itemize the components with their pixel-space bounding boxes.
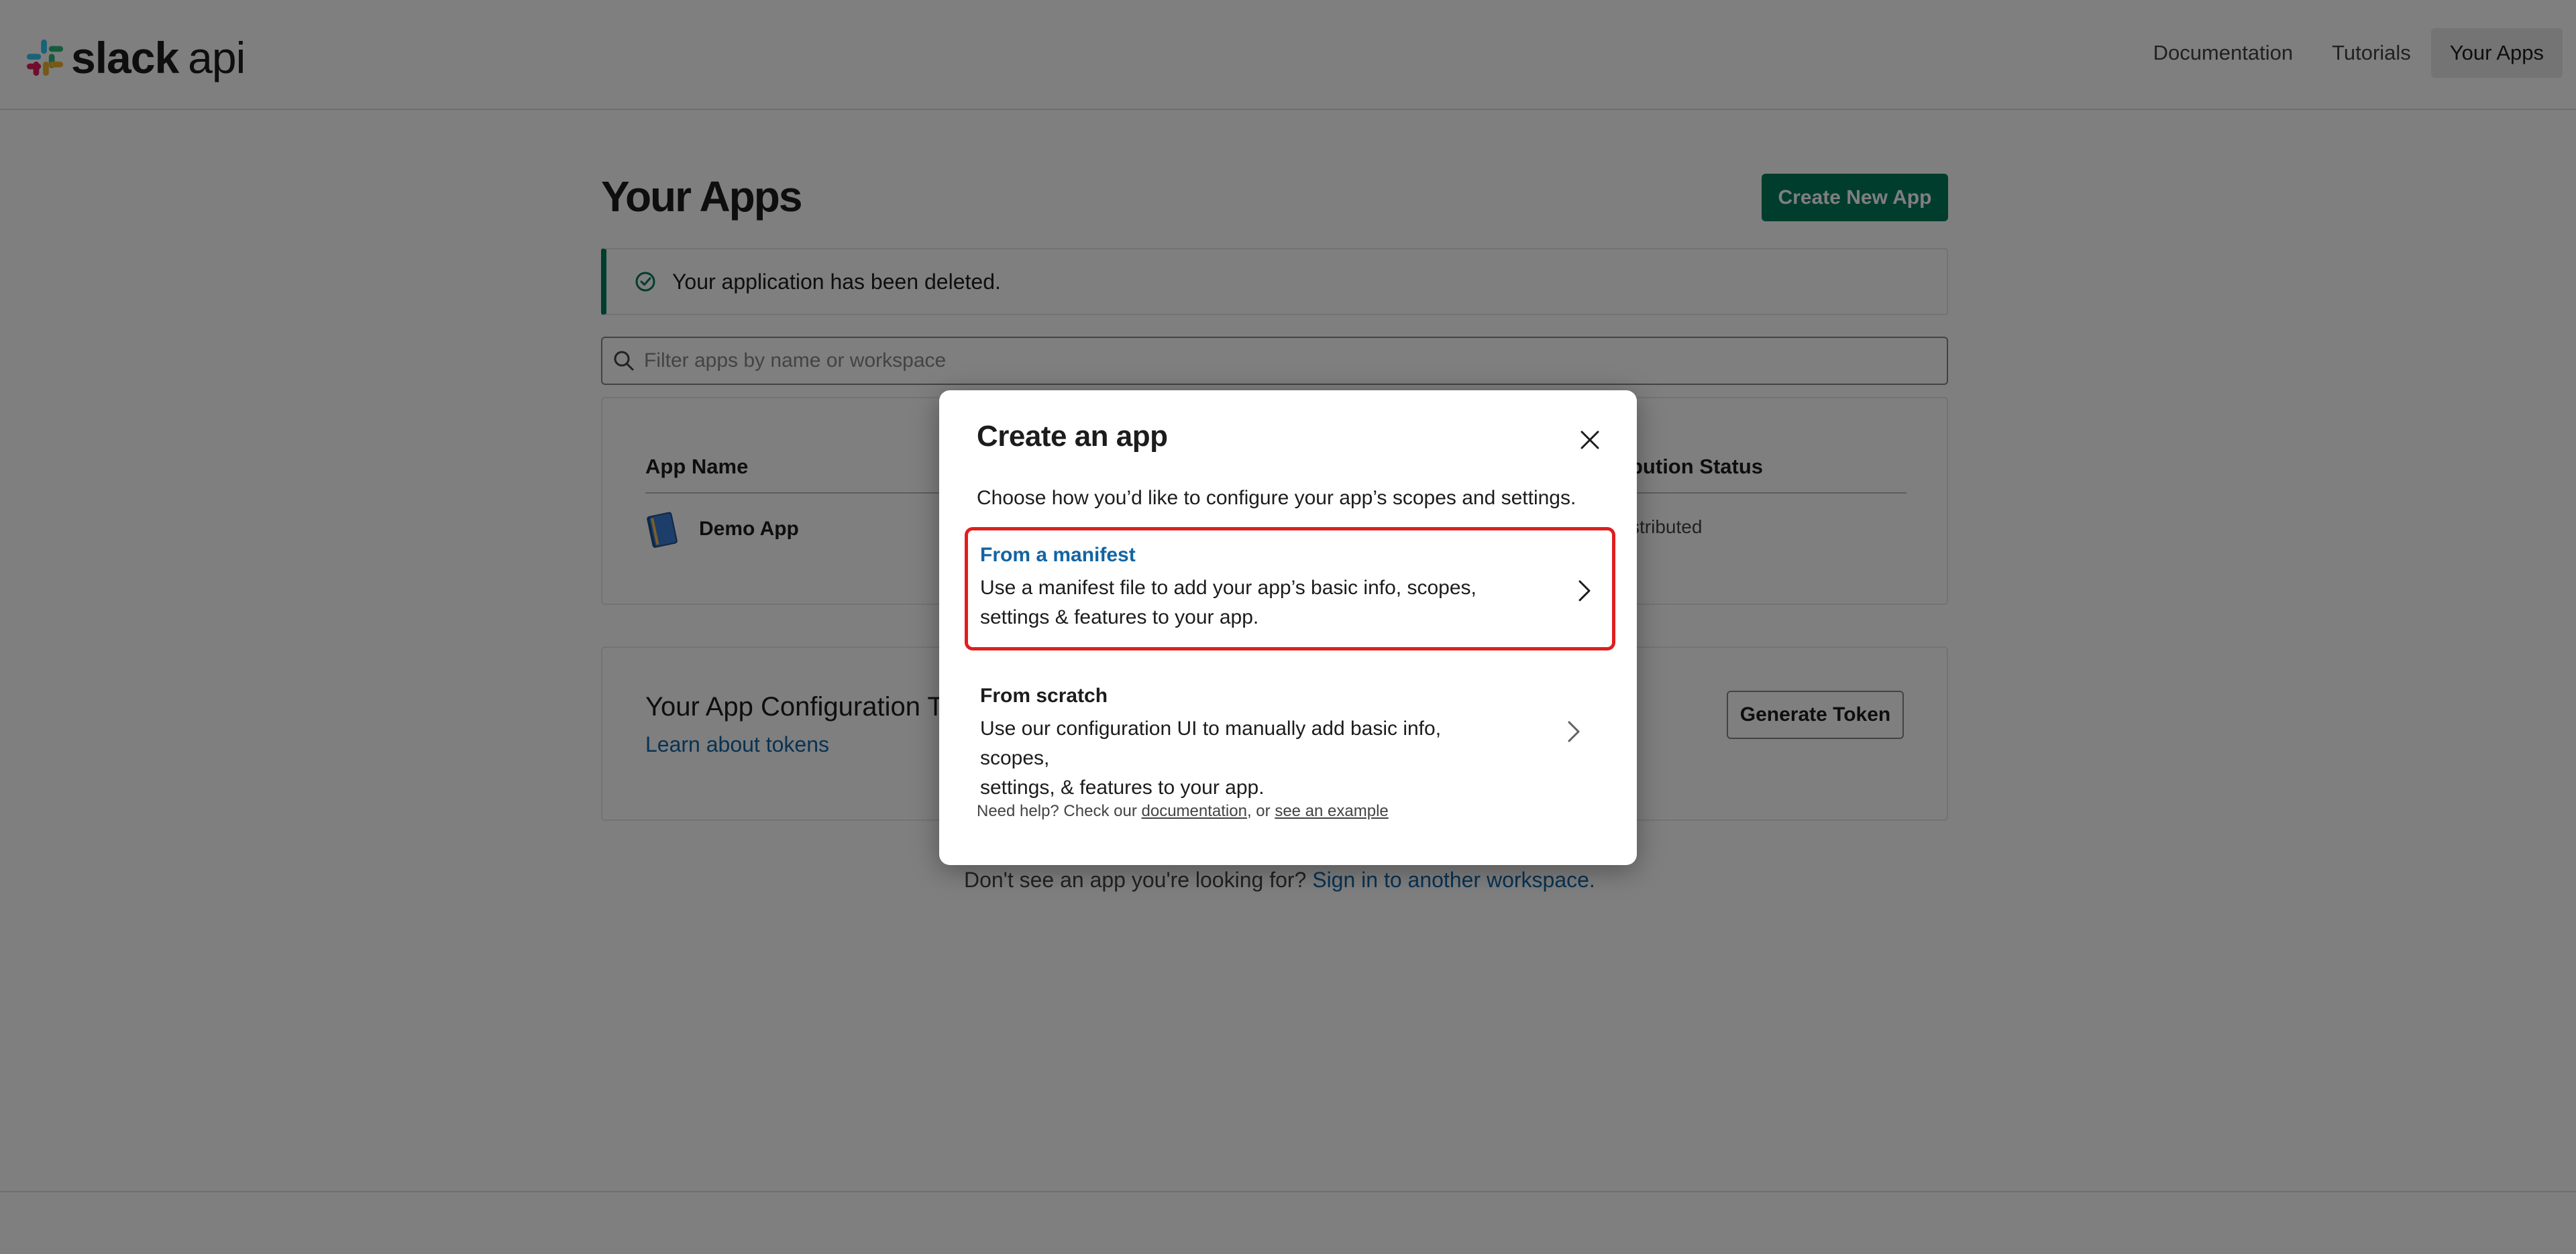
dialog-subtitle: Choose how you’d like to configure your … [977, 487, 1576, 509]
from-scratch-option[interactable]: From scratch Use our configuration UI to… [965, 668, 1615, 799]
chevron-right-icon [1568, 721, 1580, 742]
create-app-dialog: Create an app Choose how you’d like to c… [939, 390, 1637, 865]
option-description: Use our configuration UI to manually add… [980, 718, 1442, 799]
help-text: Need help? Check our documentation, or s… [977, 802, 1389, 820]
option-title: From scratch [980, 685, 1108, 707]
dialog-title: Create an app [977, 420, 1168, 453]
option-title: From a manifest [980, 544, 1136, 566]
page: slack api Documentation Tutorials Your A… [0, 0, 2576, 1254]
from-manifest-option[interactable]: From a manifest Use a manifest file to a… [965, 527, 1615, 650]
see-an-example-link[interactable]: see an example [1275, 802, 1388, 820]
option-description: Use a manifest file to add your app’s ba… [980, 577, 1477, 628]
close-icon[interactable] [1575, 425, 1605, 455]
chevron-right-icon [1578, 580, 1591, 602]
documentation-link[interactable]: documentation [1142, 802, 1247, 820]
